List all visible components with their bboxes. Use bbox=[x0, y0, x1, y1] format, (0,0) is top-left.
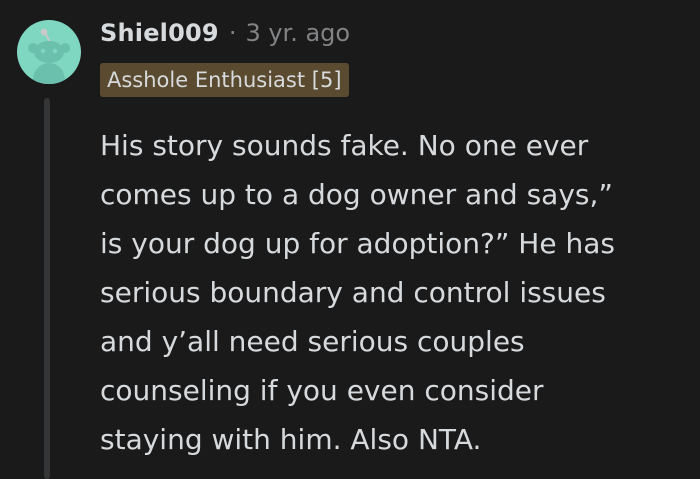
user-flair-badge: Asshole Enthusiast [5] bbox=[100, 63, 349, 97]
comment-body: His story sounds fake. No one ever comes… bbox=[100, 121, 685, 464]
username-link[interactable]: Shiel009 bbox=[100, 19, 219, 47]
thread-collapse-line[interactable] bbox=[44, 98, 50, 479]
meta-separator: · bbox=[228, 19, 237, 47]
comment-body-line: comes up to a dog owner and says,” bbox=[100, 178, 613, 211]
comment-body-line: and y’all need serious couples bbox=[100, 325, 525, 358]
comment-body-line: serious boundary and control issues bbox=[100, 276, 606, 309]
comment-body-line: is your dog up for adoption?” He has bbox=[100, 227, 615, 260]
comment-body-line: counseling if you even consider bbox=[100, 374, 544, 407]
comment: Shiel009 · 3 yr. ago Asshole Enthusiast … bbox=[0, 0, 700, 479]
comment-meta: Shiel009 · 3 yr. ago bbox=[100, 16, 350, 50]
comment-timestamp[interactable]: 3 yr. ago bbox=[245, 19, 350, 47]
user-avatar[interactable] bbox=[17, 20, 81, 84]
reddit-snoo-avatar-icon bbox=[28, 28, 70, 84]
comment-body-line: His story sounds fake. No one ever bbox=[100, 129, 589, 162]
comment-body-line: staying with him. Also NTA. bbox=[100, 423, 482, 456]
